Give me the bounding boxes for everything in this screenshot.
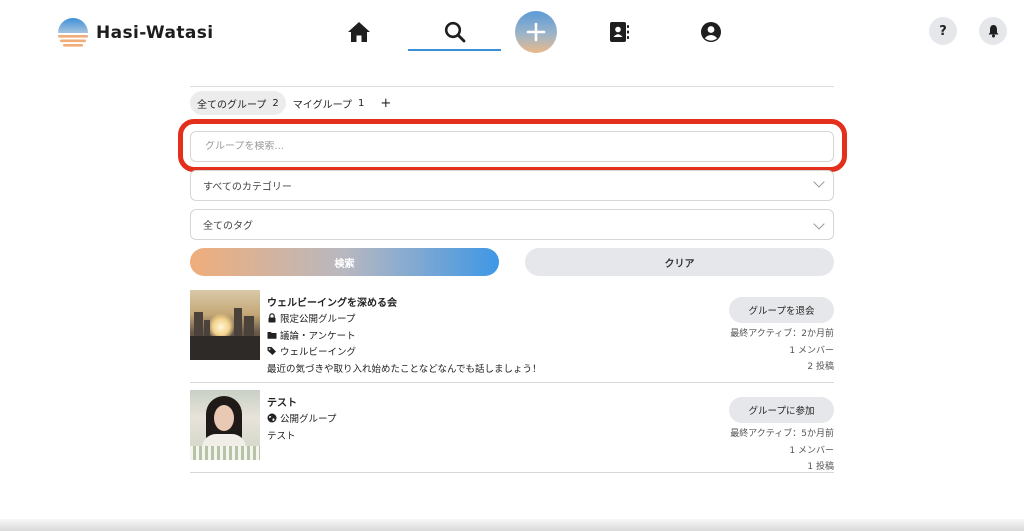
group-info: テスト 公開グループ テスト: [267, 392, 336, 443]
group-name[interactable]: テスト: [267, 392, 336, 410]
brand-logo[interactable]: Hasi-Watasi: [56, 16, 214, 50]
bell-icon: [988, 25, 998, 38]
add-group-tab-button[interactable]: +: [371, 91, 400, 115]
visibility-label: 公開グループ: [280, 414, 337, 426]
tag-icon: [267, 347, 276, 356]
nav-add-button[interactable]: [515, 11, 557, 53]
post-count: 2 投稿: [807, 362, 834, 372]
list-divider: [190, 472, 834, 473]
tab-count: 1: [357, 97, 365, 109]
chevron-down-icon: [813, 176, 825, 188]
last-active-text: 最終アクティブ：5か月前: [730, 429, 834, 439]
member-count: 1 メンバー: [789, 445, 834, 456]
contact-book-icon: [610, 22, 629, 42]
logo-mark-icon: [58, 18, 88, 47]
tag-select[interactable]: 全てのタグ: [190, 209, 834, 240]
tags-label: ウェルビーイング: [280, 347, 357, 359]
search-icon: [444, 21, 465, 43]
category-select[interactable]: すべてのカテゴリー: [190, 170, 834, 201]
last-active-text: 最終アクティブ：2か月前: [730, 329, 834, 339]
active-tab-indicator: [408, 49, 501, 51]
group-name[interactable]: ウェルビーイングを深める会: [267, 292, 542, 310]
globe-icon: [267, 413, 277, 423]
tab-label: マイグループ: [292, 99, 352, 111]
visibility-label: 限定公開グループ: [280, 314, 356, 326]
notifications-button[interactable]: [979, 17, 1007, 45]
group-meta: グループを退会 最終アクティブ：2か月前 1 メンバー 2 投稿: [724, 297, 834, 376]
group-tabs: 全てのグループ 2 マイグループ 1 +: [190, 91, 400, 115]
group-description: 最近の気づきや取り入れ始めたことなどなんでも話しましょう！: [267, 363, 542, 375]
group-visibility: 公開グループ: [267, 410, 336, 427]
category-selected-value: すべてのカテゴリー: [203, 182, 292, 193]
group-search-field[interactable]: [190, 131, 834, 162]
group-visibility: 限定公開グループ: [267, 310, 542, 327]
group-tags: ウェルビーイング: [267, 343, 542, 360]
member-count: 1 メンバー: [789, 345, 834, 356]
clear-button[interactable]: クリア: [525, 248, 834, 276]
group-info: ウェルビーイングを深める会 限定公開グループ 議論・アンケート ウェルビーイング…: [267, 292, 542, 376]
group-meta: グループに参加 最終アクティブ：5か月前 1 メンバー 1 投稿: [724, 397, 834, 476]
home-icon: [348, 22, 370, 42]
group-description: テスト: [267, 430, 296, 442]
lock-icon: [268, 313, 276, 323]
list-divider: [190, 382, 834, 383]
search-button[interactable]: 検索: [190, 248, 499, 276]
group-category: 議論・アンケート: [267, 327, 542, 344]
join-group-button[interactable]: グループに参加: [729, 397, 834, 423]
tab-count: 2: [272, 97, 279, 109]
group-thumbnail[interactable]: [190, 290, 260, 360]
chevron-down-icon: [813, 218, 825, 230]
group-list-item[interactable]: ウェルビーイングを深める会 限定公開グループ 議論・アンケート ウェルビーイング…: [190, 290, 834, 382]
plus-icon: [526, 22, 546, 42]
window-bottom-edge: [0, 519, 1024, 531]
section-divider: [190, 86, 834, 87]
nav-home[interactable]: [338, 12, 380, 52]
tab-my-groups[interactable]: マイグループ 1: [286, 91, 372, 115]
nav-search[interactable]: [408, 12, 501, 52]
search-input[interactable]: [205, 141, 833, 152]
nav-profile[interactable]: [690, 12, 732, 52]
nav-contacts[interactable]: [598, 12, 640, 52]
app-header: Hasi-Watasi ?: [0, 0, 1024, 62]
group-list-item[interactable]: テスト 公開グループ テスト グループに参加 最終アクティブ：5か月前 1 メン…: [190, 390, 834, 472]
post-count: 1 投稿: [807, 462, 834, 472]
help-button[interactable]: ?: [929, 17, 957, 45]
category-label: 議論・アンケート: [280, 330, 356, 342]
brand-name: Hasi-Watasi: [96, 23, 214, 43]
folder-icon: [267, 331, 277, 339]
tag-selected-value: 全てのタグ: [203, 221, 253, 232]
leave-group-button[interactable]: グループを退会: [729, 297, 834, 323]
tab-label: 全てのグループ: [197, 99, 267, 111]
user-circle-icon: [701, 22, 721, 42]
group-thumbnail[interactable]: [190, 390, 260, 460]
tab-all-groups[interactable]: 全てのグループ 2: [190, 91, 286, 115]
